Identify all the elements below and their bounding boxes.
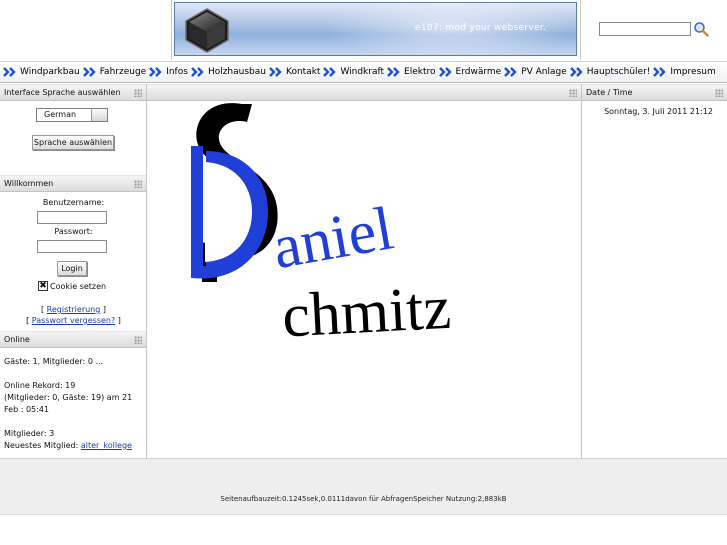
drag-grip-icon [134,336,142,344]
guests-line: Gäste: 1, Mitglieder: 0 ... [4,357,104,366]
register-link[interactable]: Registrierung [47,305,101,314]
nav-item-elektro[interactable]: Elektro [384,61,436,83]
double-chevron-icon [653,67,667,77]
nav-item-pv-anlage[interactable]: PV Anlage [501,61,567,83]
logo-text-first-name: aniel [268,194,398,282]
header-left-blank [0,0,172,60]
login-button[interactable]: Login [57,261,87,276]
forgot-password-row: [ Passwort vergessen? ] [26,316,121,325]
nav-item-label: Windkraft [340,67,385,77]
nav-item-label: Infos [166,67,188,77]
nav-item-label: Elektro [404,67,436,77]
drag-grip-icon [715,89,723,97]
newest-member-link[interactable]: alter_kollege [81,441,132,450]
nav-item-label: Impresum [670,67,716,77]
password-field[interactable] [37,240,107,253]
right-sidebar: Date / Time Sonntag, 3. Juli 2011 21:12 [581,84,727,458]
double-chevron-icon [191,67,204,77]
newest-member-label: Neuestes Mitglied: [4,441,79,450]
double-chevron-icon [82,67,96,77]
double-chevron-icon [504,67,517,77]
search-input[interactable] [599,22,691,36]
online-box-title: Online [0,331,146,348]
nav-item-hauptschueler[interactable]: Hauptschüler! [567,61,651,83]
footer: Seitenaufbauzeit:0.1245sek,0.0111davon f… [0,458,727,515]
language-box-title-text: Interface Sprache auswählen [4,88,121,97]
newest-member-row: Neuestes Mitglied: alter_kollege [4,440,142,452]
cookie-checkbox[interactable]: ✖ [38,281,48,291]
header: e107: mod your webserver. [0,0,727,60]
double-chevron-icon [569,67,583,77]
cookie-label: Cookie setzen [50,281,107,291]
drag-grip-icon [134,89,142,97]
banner-tagline: e107: mod your webserver. [415,23,547,33]
cookie-checkbox-row[interactable]: ✖ Cookie setzen [38,281,106,291]
nav-item-label: Erdwärme [455,67,502,77]
nav-item-erdwaerme[interactable]: Erdwärme [436,61,502,83]
double-chevron-icon [269,67,282,77]
login-box-title-text: Willkommen [4,179,54,188]
nav-item-label: Hauptschüler! [586,67,651,77]
search-icon[interactable] [693,21,709,37]
language-select-value: German [44,110,77,119]
double-chevron-icon [387,67,400,77]
nav-item-infos[interactable]: Infos [146,61,188,83]
password-label: Passwort: [54,227,93,236]
nav-item-windkraft[interactable]: Windkraft [320,61,384,83]
nav-item-windparkbau[interactable]: Windparkbau [0,61,80,83]
login-box-title: Willkommen [0,175,146,192]
language-box: German Sprache auswählen [0,101,146,175]
double-chevron-icon [3,67,16,77]
username-field[interactable] [37,211,107,224]
online-box-title-text: Online [4,335,30,344]
members-count: Mitglieder: 3 [4,429,55,438]
double-chevron-icon [438,67,452,77]
online-record-detail: (Mitglieder: 0, Gäste: 19) am 21 [4,393,133,402]
online-record-line: Online Rekord: 19 [4,381,76,390]
online-box: Gäste: 1, Mitglieder: 0 ... Online Rekor… [0,348,146,460]
username-label: Benutzername: [42,198,105,207]
left-sidebar: Interface Sprache auswählen German Sprac… [0,84,147,458]
main-navigation: Windparkbau Fahrzeuge Infos Holzhausbau … [0,61,727,83]
double-chevron-icon [149,67,162,77]
drag-grip-icon [569,89,577,97]
language-select[interactable]: German [36,108,108,122]
date-time-value: Sonntag, 3. Juli 2011 21:12 [604,107,713,116]
nav-item-label: PV Anlage [521,67,567,77]
e107-cube-logo-icon [185,8,229,53]
date-box-title-text: Date / Time [586,88,633,97]
nav-item-fahrzeuge[interactable]: Fahrzeuge [80,61,147,83]
nav-item-label: Holzhausbau [207,67,266,77]
nav-item-kontakt[interactable]: Kontakt [266,61,320,83]
nav-item-label: Kontakt [285,67,321,77]
header-banner: e107: mod your webserver. [174,2,577,56]
online-record-date: Feb : 05:41 [4,405,49,414]
forgot-password-link[interactable]: Passwort vergessen? [32,316,116,325]
nav-item-holzhausbau[interactable]: Holzhausbau [188,61,266,83]
register-link-row: [ Registrierung ] [40,305,106,314]
page-bottom [0,515,727,545]
nav-item-label: Windparkbau [20,67,80,77]
language-box-title: Interface Sprache auswählen [0,84,146,101]
select-language-button[interactable]: Sprache auswählen [32,135,114,150]
dropdown-button-icon [91,109,107,121]
nav-item-label: Fahrzeuge [99,67,147,77]
login-box: Benutzername: Passwort: Login ✖ Cookie s… [0,192,146,331]
date-box-title: Date / Time [582,84,727,101]
main-content: aniel chmitz [147,84,581,458]
nav-item-impresum[interactable]: Impresum [650,61,716,83]
daniel-schmitz-logo: aniel chmitz [191,103,453,351]
double-chevron-icon [323,67,337,77]
drag-grip-icon [134,180,142,188]
footer-stats: Seitenaufbauzeit:0.1245sek,0.0111davon f… [220,495,507,503]
logo-text-last-name: chmitz [281,274,453,351]
